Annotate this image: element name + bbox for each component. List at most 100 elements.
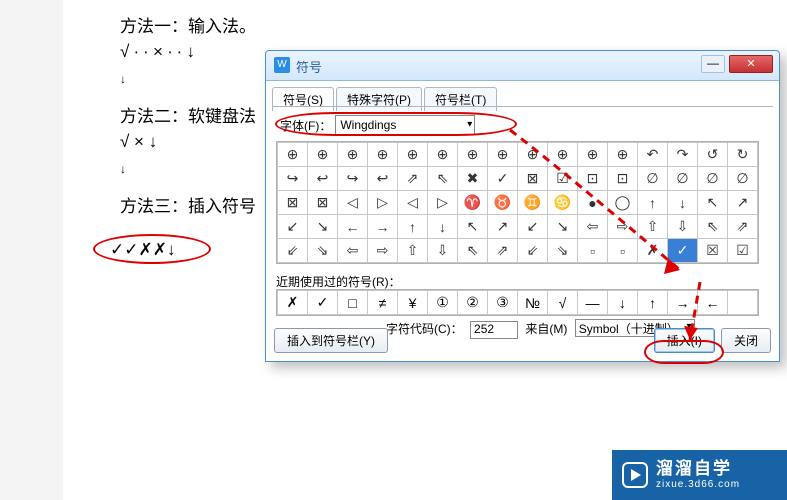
symbol-cell[interactable]: ⊕: [518, 143, 548, 167]
symbol-cell[interactable]: ◯: [608, 191, 638, 215]
symbol-cell[interactable]: ⇖: [698, 215, 728, 239]
symbol-cell[interactable]: ↗: [728, 191, 758, 215]
symbol-cell[interactable]: ↖: [698, 191, 728, 215]
symbol-cell[interactable]: ◁: [338, 191, 368, 215]
symbol-cell[interactable]: ⊠: [308, 191, 338, 215]
symbol-cell[interactable]: ↩: [308, 167, 338, 191]
recent-symbol-cell[interactable]: ↓: [608, 291, 638, 315]
symbol-cell[interactable]: ⊡: [578, 167, 608, 191]
symbol-cell[interactable]: ⇦: [338, 239, 368, 263]
symbol-cell[interactable]: ⇨: [368, 239, 398, 263]
tab-symbolbar[interactable]: 符号栏(T): [424, 87, 497, 111]
symbol-cell[interactable]: ☒: [698, 239, 728, 263]
symbol-cell[interactable]: ⊕: [278, 143, 308, 167]
symbol-cell[interactable]: ⊕: [308, 143, 338, 167]
close-dialog-button[interactable]: 关闭: [721, 328, 771, 353]
symbol-cell[interactable]: ⊡: [608, 167, 638, 191]
symbol-cell[interactable]: ⇙: [278, 239, 308, 263]
symbol-cell[interactable]: ↗: [488, 215, 518, 239]
recent-symbol-cell[interactable]: ¥: [398, 291, 428, 315]
symbol-cell[interactable]: ⇗: [728, 215, 758, 239]
symbol-cell[interactable]: ⊕: [368, 143, 398, 167]
insert-to-toolbar-button[interactable]: 插入到符号栏(Y): [274, 328, 388, 353]
symbol-cell[interactable]: ⇧: [398, 239, 428, 263]
symbol-cell[interactable]: ↘: [548, 215, 578, 239]
recent-symbol-cell[interactable]: ②: [458, 291, 488, 315]
symbol-cell[interactable]: ♋: [548, 191, 578, 215]
symbol-cell[interactable]: ↘: [308, 215, 338, 239]
symbol-cell[interactable]: ⇩: [668, 215, 698, 239]
symbol-cell[interactable]: ⊠: [518, 167, 548, 191]
symbol-cell[interactable]: ☑: [548, 167, 578, 191]
symbol-cell[interactable]: ↷: [668, 143, 698, 167]
symbol-cell[interactable]: ♉: [488, 191, 518, 215]
symbol-cell[interactable]: ⇘: [548, 239, 578, 263]
symbol-cell[interactable]: ⊕: [488, 143, 518, 167]
recent-symbol-cell[interactable]: №: [518, 291, 548, 315]
symbol-cell[interactable]: ⇧: [638, 215, 668, 239]
recent-symbol-cell[interactable]: ≠: [368, 291, 398, 315]
symbol-cell[interactable]: ⇗: [488, 239, 518, 263]
symbol-cell[interactable]: ⊕: [428, 143, 458, 167]
symbol-cell[interactable]: ↻: [728, 143, 758, 167]
symbol-cell[interactable]: ↙: [278, 215, 308, 239]
symbol-cell[interactable]: ✖: [458, 167, 488, 191]
symbol-cell[interactable]: ⊠: [278, 191, 308, 215]
symbol-cell[interactable]: ◁: [398, 191, 428, 215]
symbol-cell[interactable]: ↑: [398, 215, 428, 239]
recent-symbol-cell[interactable]: √: [548, 291, 578, 315]
recent-symbol-cell[interactable]: ③: [488, 291, 518, 315]
recent-symbol-cell[interactable]: ✗: [278, 291, 308, 315]
symbol-cell[interactable]: ⇖: [428, 167, 458, 191]
symbol-cell[interactable]: ⊕: [398, 143, 428, 167]
symbol-cell[interactable]: ☑: [728, 239, 758, 263]
symbol-cell[interactable]: ⇘: [308, 239, 338, 263]
symbol-cell[interactable]: ⊕: [578, 143, 608, 167]
symbol-cell[interactable]: ▷: [368, 191, 398, 215]
symbol-cell[interactable]: ▫: [578, 239, 608, 263]
symbol-cell[interactable]: ↑: [638, 191, 668, 215]
symbol-cell[interactable]: ⊕: [458, 143, 488, 167]
symbol-cell[interactable]: ⇩: [428, 239, 458, 263]
symbol-cell[interactable]: ∅: [638, 167, 668, 191]
symbol-cell[interactable]: ↪: [338, 167, 368, 191]
symbol-cell[interactable]: ↓: [428, 215, 458, 239]
close-button[interactable]: ✕: [729, 55, 773, 73]
symbol-cell[interactable]: ✗: [638, 239, 668, 263]
recent-symbol-cell[interactable]: →: [668, 291, 698, 315]
symbol-cell[interactable]: ↩: [368, 167, 398, 191]
symbol-cell[interactable]: ←: [338, 215, 368, 239]
recent-symbol-cell[interactable]: ①: [428, 291, 458, 315]
symbol-cell[interactable]: ⊕: [548, 143, 578, 167]
symbol-cell[interactable]: ✓: [668, 239, 698, 263]
minimize-button[interactable]: —: [701, 55, 725, 73]
symbol-cell[interactable]: ⇗: [398, 167, 428, 191]
tab-symbols[interactable]: 符号(S): [272, 87, 334, 111]
symbol-cell[interactable]: ▫: [608, 239, 638, 263]
symbol-cell[interactable]: ♈: [458, 191, 488, 215]
symbol-cell[interactable]: ⊕: [608, 143, 638, 167]
symbol-cell[interactable]: ⇨: [608, 215, 638, 239]
recent-symbol-cell[interactable]: ✓: [308, 291, 338, 315]
symbol-cell[interactable]: ↺: [698, 143, 728, 167]
symbol-cell[interactable]: ↖: [458, 215, 488, 239]
symbol-cell[interactable]: ↙: [518, 215, 548, 239]
dialog-titlebar[interactable]: W 符号 — ✕: [266, 51, 779, 81]
symbol-cell[interactable]: ↪: [278, 167, 308, 191]
recent-symbol-cell[interactable]: ↑: [638, 291, 668, 315]
symbol-cell[interactable]: ↶: [638, 143, 668, 167]
recent-symbol-cell[interactable]: ←: [698, 291, 728, 315]
symbol-cell[interactable]: ∅: [698, 167, 728, 191]
recent-symbol-cell[interactable]: □: [338, 291, 368, 315]
symbol-cell[interactable]: ⇦: [578, 215, 608, 239]
symbol-cell[interactable]: ⇙: [518, 239, 548, 263]
symbol-cell[interactable]: →: [368, 215, 398, 239]
recent-symbol-cell[interactable]: —: [578, 291, 608, 315]
symbol-cell[interactable]: ⊕: [338, 143, 368, 167]
symbol-cell[interactable]: ✓: [488, 167, 518, 191]
symbol-cell[interactable]: ↓: [668, 191, 698, 215]
symbol-cell[interactable]: ⇖: [458, 239, 488, 263]
symbol-cell[interactable]: ∅: [668, 167, 698, 191]
symbol-cell[interactable]: ♊: [518, 191, 548, 215]
symbol-cell[interactable]: ▷: [428, 191, 458, 215]
